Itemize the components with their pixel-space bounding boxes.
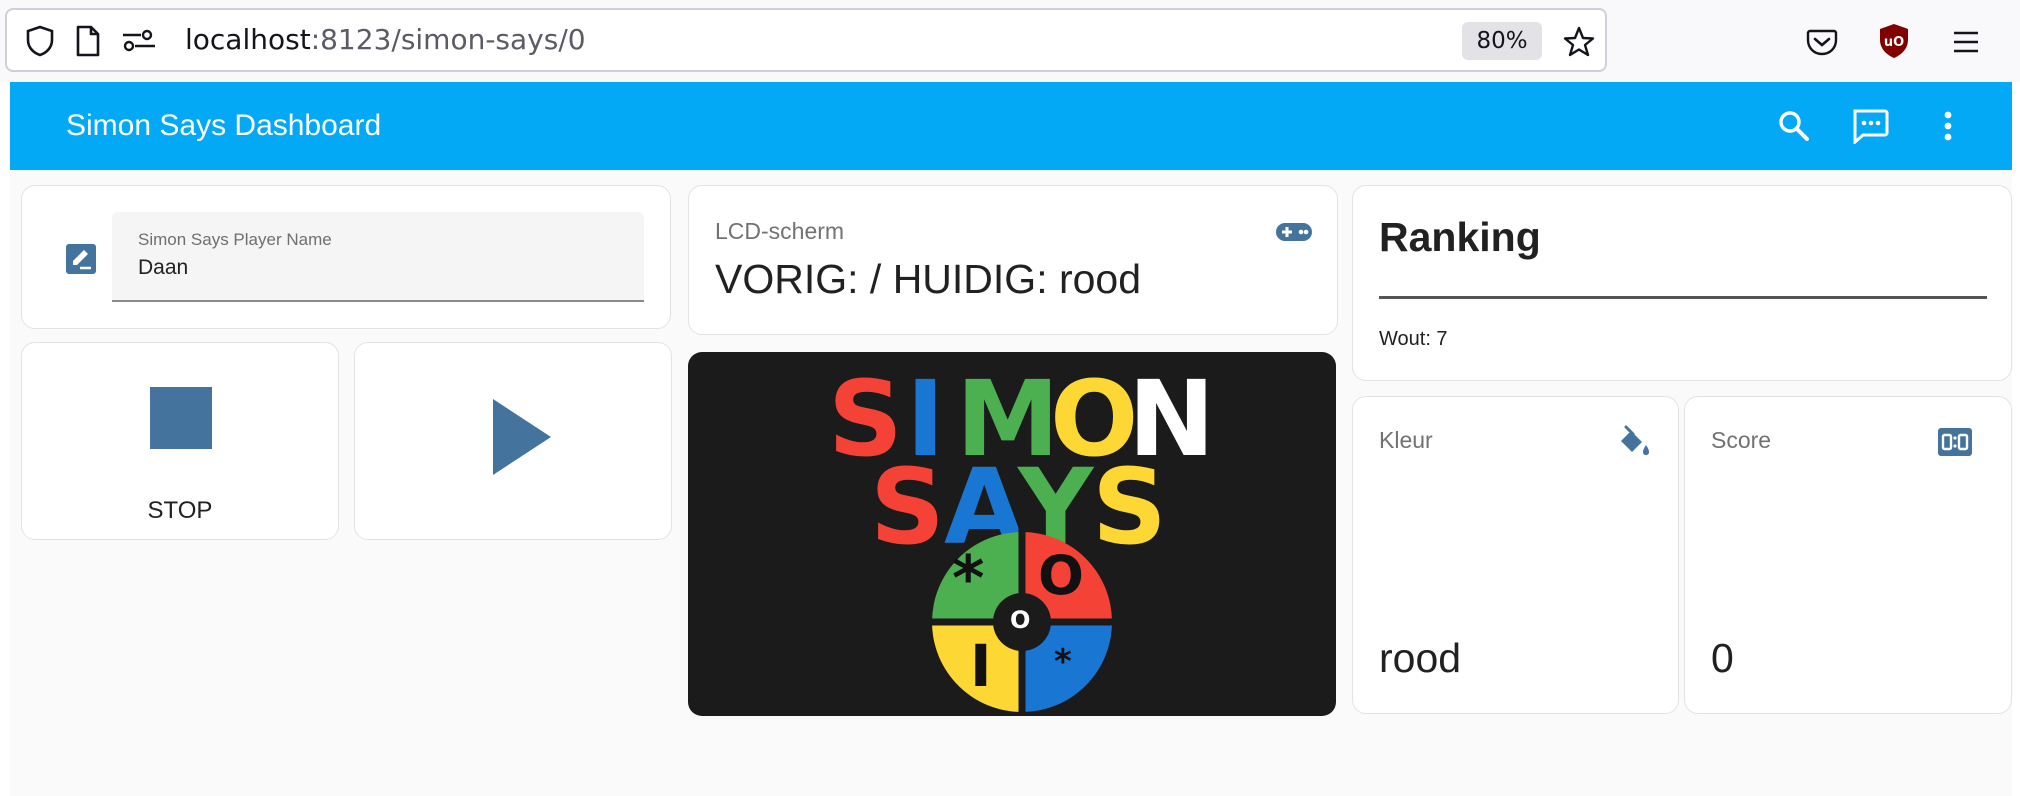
url-bar[interactable]: localhost:8123/simon-says/0 80% <box>5 8 1607 72</box>
app-header: Simon Says Dashboard <box>10 82 2012 170</box>
wheel-symbol: I <box>970 632 992 700</box>
ranking-entry: Wout: 7 <box>1379 328 1448 350</box>
permissions-icon[interactable] <box>119 24 159 58</box>
svg-text:uO: uO <box>1884 35 1904 50</box>
score-card: Score 0 <box>1684 396 2012 714</box>
wheel-symbol: * <box>952 542 985 615</box>
url-text[interactable]: localhost:8123/simon-says/0 <box>185 20 586 60</box>
menu-hamburger-icon[interactable] <box>1946 22 1986 62</box>
player-name-card: Simon Says Player Name <box>21 185 671 329</box>
zoom-level[interactable]: 80% <box>1462 22 1542 60</box>
search-icon[interactable] <box>1772 104 1816 148</box>
kleur-title: Kleur <box>1379 427 1433 453</box>
gamepad-icon <box>1275 220 1313 244</box>
kleur-value: rood <box>1379 635 1462 681</box>
browser-toolbar: localhost:8123/simon-says/0 80% uO <box>0 0 2020 82</box>
url-host: localhost <box>185 23 311 56</box>
wheel-symbol: * <box>1054 642 1072 682</box>
page-icon[interactable] <box>71 24 105 58</box>
kleur-card: Kleur rood <box>1352 396 1679 714</box>
shield-icon[interactable] <box>23 24 57 58</box>
ranking-divider <box>1379 296 1987 299</box>
wheel-symbol: O <box>1038 544 1084 607</box>
score-value: 0 <box>1711 635 1734 681</box>
ublock-icon[interactable]: uO <box>1874 20 1914 62</box>
assist-chat-icon[interactable] <box>1848 104 1892 148</box>
pocket-icon[interactable] <box>1802 22 1842 62</box>
play-button[interactable] <box>354 342 672 540</box>
wheel-center-symbol: O <box>1010 606 1031 634</box>
lcd-card: LCD-scherm VORIG: / HUIDIG: rood <box>688 185 1338 335</box>
ranking-card: Ranking Wout: 7 <box>1352 185 2012 381</box>
format-color-fill-icon <box>1617 425 1651 459</box>
stop-icon <box>150 387 212 449</box>
scoreboard-icon <box>1937 427 1973 457</box>
simon-says-logo-image: S I M O N S A Y S * O I * O <box>688 352 1336 716</box>
lcd-title: LCD-scherm <box>715 218 845 244</box>
player-name-input[interactable] <box>138 256 618 280</box>
lcd-value: VORIG: / HUIDIG: rood <box>715 256 1142 302</box>
dashboard-title: Simon Says Dashboard <box>66 109 382 142</box>
more-vert-icon[interactable] <box>1926 104 1970 148</box>
form-textbox-icon <box>66 244 96 274</box>
stop-label: STOP <box>147 497 213 524</box>
player-name-input-wrapper[interactable]: Simon Says Player Name <box>112 212 644 302</box>
ranking-title: Ranking <box>1379 214 1541 260</box>
play-icon <box>491 397 553 477</box>
bookmark-star-icon[interactable] <box>1559 22 1599 62</box>
dashboard-view: Simon Says Player Name STOP LCD-scherm V… <box>10 170 2012 796</box>
player-name-label: Simon Says Player Name <box>138 230 332 249</box>
url-path: :8123/simon-says/0 <box>310 23 586 56</box>
score-title: Score <box>1711 427 1772 453</box>
stop-button[interactable]: STOP <box>21 342 339 540</box>
